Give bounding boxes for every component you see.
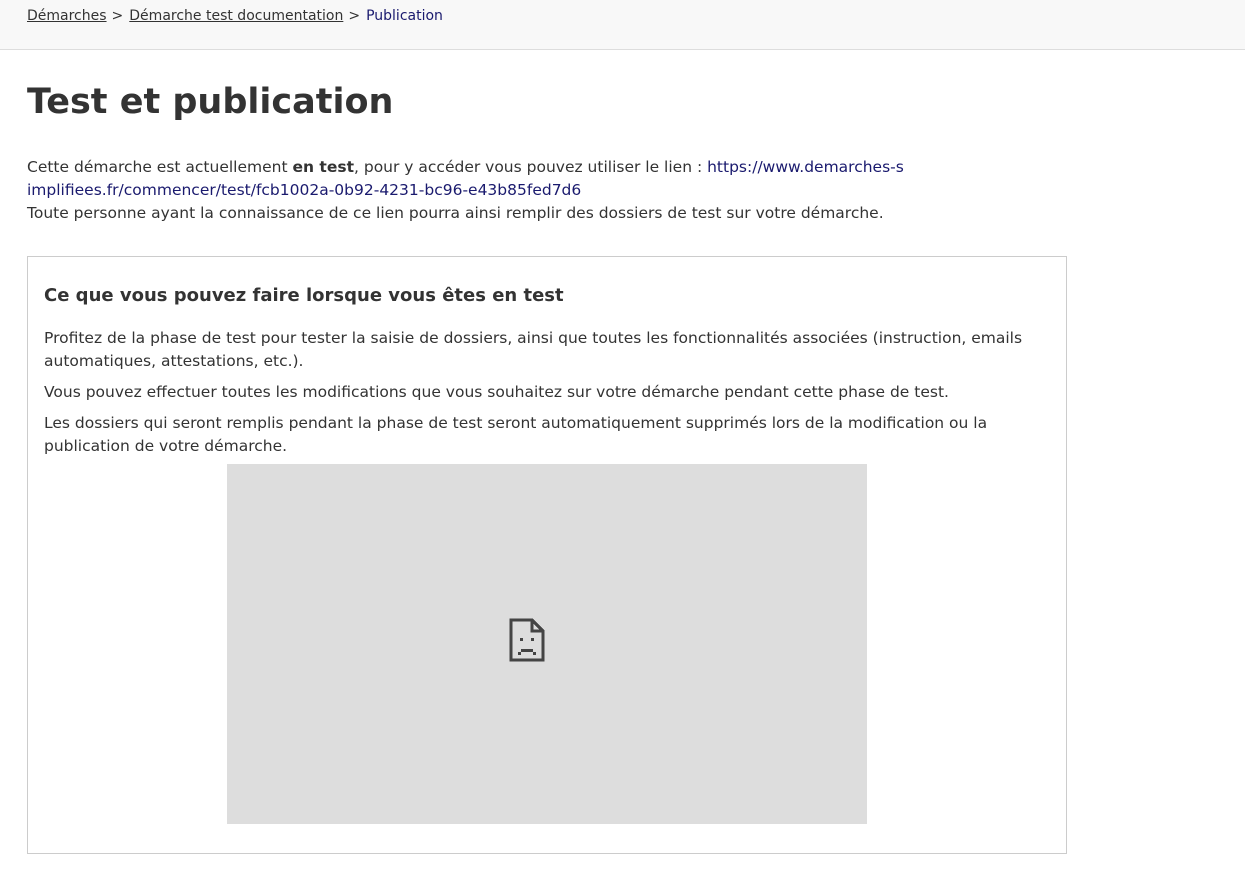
breadcrumb: Démarches > Démarche test documentation > Pu… — [27, 7, 443, 25]
page-title: Test et publication — [27, 82, 394, 122]
intro-line2: Toute personne ayant la connaissance de … — [27, 204, 884, 222]
breadcrumb-separator: > — [348, 8, 361, 24]
intro-text-after: , pour y accéder vous pouvez utiliser le… — [354, 158, 708, 176]
broken-image-icon — [509, 618, 545, 662]
info-card: Ce que vous pouvez faire lorsque vous êt… — [27, 256, 1067, 854]
breadcrumb-link-demarche[interactable]: Démarche test documentation — [129, 8, 343, 24]
intro-paragraph: Cette démarche est actuellement en test,… — [27, 156, 907, 202]
embedded-media — [227, 464, 867, 824]
breadcrumb-separator: > — [111, 8, 124, 24]
status-text: en test — [292, 158, 354, 176]
card-paragraph: Profitez de la phase de test pour tester… — [44, 329, 1023, 370]
breadcrumb-link-demarches[interactable]: Démarches — [27, 8, 107, 24]
card-paragraph: Les dossiers qui seront remplis pendant … — [44, 414, 988, 455]
intro-text-before: Cette démarche est actuellement — [27, 158, 293, 176]
card-body: Profitez de la phase de test pour tester… — [44, 327, 1034, 466]
breadcrumb-current: Publication — [366, 8, 443, 24]
card-paragraph: Vous pouvez effectuer toutes les modific… — [44, 383, 949, 401]
top-bar: Démarches > Démarche test documentation > Pu… — [0, 0, 1245, 50]
card-title: Ce que vous pouvez faire lorsque vous êt… — [44, 285, 564, 306]
intro-section: Cette démarche est actuellement en test,… — [27, 156, 907, 225]
